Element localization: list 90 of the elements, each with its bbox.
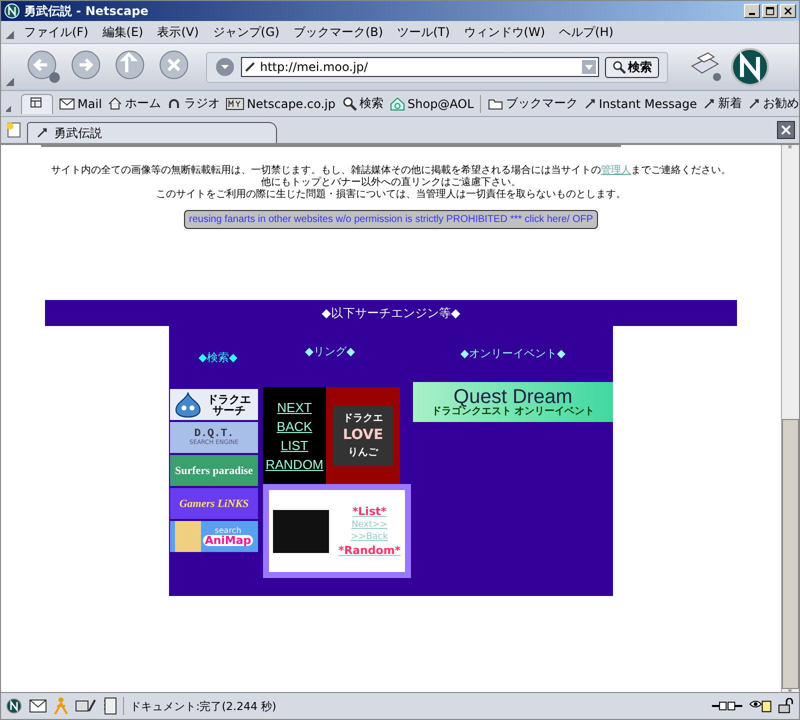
slime-icon xyxy=(174,392,202,418)
ring-link[interactable]: LIST xyxy=(280,436,308,454)
status-text: ドキュメント:完了(2.244 秒) xyxy=(130,698,278,714)
bookmark-link[interactable]: ラジオ xyxy=(166,95,220,112)
home-icon xyxy=(108,97,122,110)
site-banner[interactable]: ドラクエ サーチ xyxy=(170,389,258,420)
bookmark-link[interactable]: Mail xyxy=(58,96,102,110)
ring-link[interactable]: NEXT xyxy=(277,398,312,416)
folder-icon xyxy=(488,98,503,110)
search-icon xyxy=(342,96,356,111)
column-heading: ◆検索◆ xyxy=(198,350,238,365)
sidebar-tab-button[interactable] xyxy=(20,94,53,114)
warning-button[interactable]: reusing fanarts in other websites w/o permission is strictly PROHIBITED *** click here/ OFP xyxy=(184,210,598,229)
new-tab-icon[interactable] xyxy=(5,121,23,139)
headphones-icon xyxy=(166,97,181,110)
bookmark-link[interactable]: 新着 xyxy=(703,95,742,112)
link-icon xyxy=(703,98,715,110)
ring-link[interactable]: *List* xyxy=(352,505,387,518)
notice-text: このサイトをご利用の際に生じた問題・損害については、当管理人は一切責任を取らないものとします。 xyxy=(155,189,627,201)
sidebar-icon xyxy=(30,96,44,108)
bookmark-label: お勧め xyxy=(763,95,799,112)
envelope-icon xyxy=(58,98,75,110)
bookmark-label: ブックマーク xyxy=(506,95,578,112)
menu-item[interactable]: ブックマーク(B) xyxy=(287,24,392,40)
maximize-button[interactable] xyxy=(762,4,778,18)
ring-banner[interactable]: ドラクエ LOVE りんご xyxy=(333,406,393,466)
netscape-logo-icon[interactable] xyxy=(5,697,23,715)
menu-item[interactable]: ヘルプ(H) xyxy=(553,24,622,40)
link-icon xyxy=(748,98,760,110)
window-title: 勇武伝説 - Netscape xyxy=(24,2,150,20)
ring-link[interactable]: *Random* xyxy=(338,544,401,557)
game-banner-placeholder[interactable] xyxy=(273,510,330,552)
bookmark-label: ラジオ xyxy=(184,95,220,112)
url-field[interactable]: http://mei.moo.jp/ xyxy=(241,57,599,77)
ring-link[interactable]: BACK xyxy=(276,416,312,436)
close-icon xyxy=(781,125,791,135)
link-icon xyxy=(36,127,48,139)
plug-icon xyxy=(710,699,744,713)
bookmark-link[interactable]: ホーム xyxy=(108,95,161,112)
bookmark-link[interactable]: Shop@AOL xyxy=(390,96,474,110)
banner-text: ドラクエ xyxy=(207,394,251,404)
eye-icon[interactable] xyxy=(749,698,772,714)
ring-link[interactable]: RANDOM xyxy=(266,454,324,474)
menu-item[interactable]: 編集(E) xyxy=(96,24,152,40)
netscape-logo-icon[interactable] xyxy=(730,47,770,87)
bookmark-label: Mail xyxy=(78,96,102,110)
bookmark-link[interactable]: お勧め xyxy=(748,95,799,112)
column-heading: ◆オンリーイベント◆ xyxy=(460,346,566,361)
mail-icon[interactable] xyxy=(29,699,47,713)
bookmark-link[interactable]: Netscape.co.jp xyxy=(226,96,336,110)
address-book-icon[interactable] xyxy=(103,697,117,715)
maximize-icon xyxy=(766,6,774,16)
close-button[interactable] xyxy=(780,4,796,18)
search-icon xyxy=(612,60,626,74)
menu-item[interactable]: ウィンドウ(W) xyxy=(458,24,554,40)
dropdown-icon[interactable] xyxy=(215,57,235,77)
bookmark-label: 新着 xyxy=(718,95,742,112)
composer-icon[interactable] xyxy=(75,698,97,714)
bookmark-link[interactable]: 検索 xyxy=(342,95,384,112)
bookmark-link[interactable]: ブックマーク xyxy=(480,94,578,112)
notice-text: 他にもトップとバナー以外への直リンクはご遠慮下さい。 xyxy=(260,177,522,188)
link-icon xyxy=(584,98,596,110)
house-icon xyxy=(390,96,404,110)
netscape-logo-icon xyxy=(4,3,20,19)
bookmark-label: Netscape.co.jp xyxy=(246,96,336,110)
banner-text: サーチ xyxy=(212,404,246,416)
close-tab-button[interactable] xyxy=(777,121,795,139)
menu-item[interactable]: ジャンプ(G) xyxy=(206,24,288,40)
menu-item[interactable]: ツール(T) xyxy=(391,24,458,40)
section-header: ◆以下サーチエンジン等◆ xyxy=(45,300,737,326)
site-banner[interactable]: Gamers LiNKS xyxy=(170,488,258,519)
menu-item[interactable]: ファイル(F) xyxy=(18,24,96,40)
notice-text: サイト内の全ての画像等の無断転載転用は、一切禁じます。もし、雑誌媒体その他に掲載を希望される場合には当サイトの管理人までご連絡ください。 xyxy=(51,165,731,176)
bookmark-label: ホーム xyxy=(124,95,161,112)
event-banner[interactable]: Quest Dream ドラゴンクエスト オンリーイベント xyxy=(413,382,613,422)
close-icon xyxy=(784,6,792,16)
minimize-button[interactable] xyxy=(744,4,760,18)
bookmark-label: 検索 xyxy=(360,95,384,112)
unlocked-padlock-icon xyxy=(778,698,795,714)
scroll-thumb[interactable] xyxy=(782,418,799,688)
back-button[interactable] xyxy=(26,49,62,85)
search-button[interactable]: 検索 xyxy=(605,56,659,78)
site-banner[interactable]: search AniMap xyxy=(170,521,258,552)
minimize-icon xyxy=(749,13,755,15)
browser-tab[interactable]: 勇武伝説 xyxy=(27,122,277,143)
column-heading: ◆リング◆ xyxy=(305,344,356,359)
collapse-grip-icon[interactable] xyxy=(6,104,11,112)
bookmark-label: Shop@AOL xyxy=(408,96,474,110)
menu-item[interactable]: 表示(V) xyxy=(151,24,207,40)
my-badge-icon xyxy=(226,98,244,110)
